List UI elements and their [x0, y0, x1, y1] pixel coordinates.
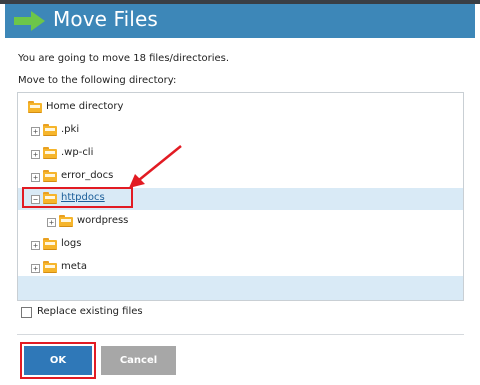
- folder-icon: [43, 238, 57, 250]
- folder-icon: [43, 170, 57, 182]
- tree-item-wp-cli[interactable]: + .wp-cli: [18, 143, 463, 165]
- tree-item-logs[interactable]: + logs: [18, 234, 463, 256]
- footer-divider: [17, 334, 464, 335]
- folder-icon: [43, 147, 57, 159]
- tree-item-label: error_docs: [61, 170, 114, 181]
- dialog-title: Move Files: [53, 7, 158, 31]
- ok-button[interactable]: OK: [24, 346, 92, 375]
- plus-icon[interactable]: +: [31, 241, 40, 250]
- target-directory-label: Move to the following directory:: [18, 75, 177, 86]
- tree-item-home-directory[interactable]: Home directory: [18, 97, 463, 119]
- replace-existing-label: Replace existing files: [37, 306, 143, 317]
- folder-icon: [59, 215, 73, 227]
- dialog-header: Move Files: [5, 4, 475, 38]
- annotation-arrow-icon: [129, 145, 182, 188]
- folder-icon: [43, 124, 57, 136]
- plus-icon[interactable]: +: [31, 150, 40, 159]
- tree-item-error-docs[interactable]: + error_docs: [18, 166, 463, 188]
- cancel-button[interactable]: Cancel: [101, 346, 176, 375]
- tree-item-label: logs: [61, 238, 82, 249]
- move-info-text: You are going to move 18 files/directori…: [18, 53, 230, 64]
- folder-icon: [43, 261, 57, 273]
- tree-empty-highlight: [18, 276, 463, 300]
- tree-item-wordpress[interactable]: + wordpress: [18, 211, 463, 233]
- tree-item-label: .wp-cli: [61, 147, 94, 158]
- plus-icon[interactable]: +: [31, 127, 40, 136]
- tree-item-label: meta: [61, 261, 87, 272]
- plus-icon[interactable]: +: [31, 264, 40, 273]
- tree-item-label: .pki: [61, 124, 80, 135]
- plus-icon[interactable]: +: [47, 218, 56, 227]
- tree-item-label: wordpress: [77, 215, 129, 226]
- tree-item-label: Home directory: [46, 101, 124, 112]
- annotation-highlight-box: [22, 187, 133, 208]
- replace-existing-checkbox[interactable]: [21, 307, 32, 318]
- folder-icon: [28, 101, 42, 113]
- move-files-dialog: Move Files You are going to move 18 file…: [5, 4, 475, 385]
- tree-item-pki[interactable]: + .pki: [18, 120, 463, 142]
- plus-icon[interactable]: +: [31, 173, 40, 182]
- right-arrow-icon: [14, 11, 45, 31]
